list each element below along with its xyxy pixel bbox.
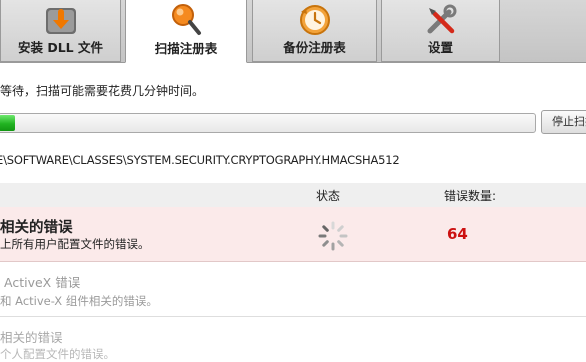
row-description: 上所有用户配置文件的错误。: [0, 237, 150, 251]
tab-scan-registry[interactable]: 扫描注册表: [125, 0, 247, 63]
current-scan-path: E\SOFTWARE\CLASSES\SYSTEM.SECURITY.CRYPT…: [0, 153, 400, 167]
tools-icon: [427, 4, 456, 34]
result-row-activex[interactable]: ActiveX 错误 和 Active-X 组件相关的错误。: [0, 262, 586, 317]
error-count-value: 64: [447, 225, 468, 243]
tab-settings[interactable]: 设置: [381, 0, 500, 62]
result-row-profile[interactable]: 相关的错误 个人配置文件的错误。: [0, 318, 586, 361]
tab-backup-registry[interactable]: 备份注册表: [252, 0, 377, 62]
results-header: 状态 错误数量:: [0, 183, 586, 207]
scan-progress-bar: [0, 113, 536, 133]
row-title: 相关的错误: [0, 330, 63, 345]
status-column-header: 状态: [316, 189, 341, 203]
magnifier-icon: [172, 4, 201, 35]
tab-label: 扫描注册表: [154, 41, 218, 56]
row-description: 和 Active-X 组件相关的错误。: [0, 294, 158, 308]
tab-install-dll[interactable]: 安装 DLL 文件: [0, 0, 121, 62]
tab-label: 安装 DLL 文件: [17, 40, 103, 55]
loading-spinner-icon: [318, 221, 348, 251]
row-title: ActiveX 错误: [4, 275, 81, 290]
error-count-column-header: 错误数量:: [444, 189, 497, 203]
stop-scan-button[interactable]: 停止扫描: [541, 110, 586, 134]
tab-label: 设置: [427, 40, 453, 55]
scan-progress-fill: [0, 115, 16, 131]
tab-bar: 安装 DLL 文件 扫描注册表 备份注册表 设置: [0, 0, 586, 63]
scan-wait-message: 等待，扫描可能需要花费几分钟时间。: [0, 84, 205, 98]
result-row-user-profiles[interactable]: 相关的错误 上所有用户配置文件的错误。: [0, 207, 586, 262]
row-title: 相关的错误: [0, 220, 73, 236]
tab-label: 备份注册表: [283, 40, 346, 55]
row-description: 个人配置文件的错误。: [0, 347, 115, 361]
download-icon: [45, 8, 76, 34]
clock-backup-icon: [299, 5, 330, 35]
